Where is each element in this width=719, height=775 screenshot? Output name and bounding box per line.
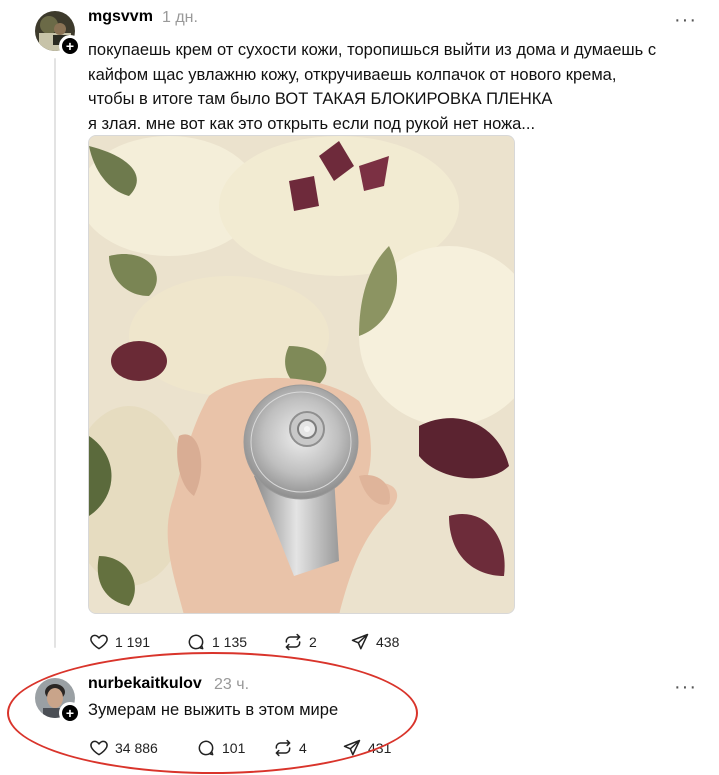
post-text-line: я злая. мне вот как это открыть если под… (88, 114, 536, 133)
send-icon (351, 633, 369, 650)
post-username[interactable]: mgsvvm (88, 8, 153, 26)
post-text-line: кайфом щас увлажню кожу, откручиваешь ко… (88, 65, 617, 84)
reply-username[interactable]: nurbekaitkulov (88, 675, 202, 693)
reply-more-options-icon[interactable]: ··· (674, 677, 697, 697)
post-text-line: покупаешь крем от сухости кожи, торопишь… (88, 41, 657, 59)
repost-icon (285, 633, 301, 651)
photo-cream-tube-on-floral-blanket (89, 136, 514, 613)
repost-count: 2 (309, 634, 317, 650)
repost-button[interactable]: 4 (273, 738, 342, 758)
share-count: 431 (368, 740, 392, 756)
thread-connector-line (54, 58, 56, 648)
like-count: 34 886 (115, 740, 158, 756)
comment-button[interactable]: 1 135 (186, 632, 283, 652)
comment-button[interactable]: 101 (196, 738, 273, 758)
share-button[interactable]: 438 (350, 632, 399, 652)
post-photo[interactable] (88, 135, 515, 614)
post-text: покупаешь крем от сухости кожи, торопишь… (88, 38, 708, 136)
post-actions-bar: 1 191 1 135 2 438 (89, 632, 399, 652)
heart-icon (90, 740, 108, 756)
like-button[interactable]: 34 886 (89, 738, 196, 758)
comment-bubble-icon (188, 634, 204, 650)
like-button[interactable]: 1 191 (89, 632, 186, 652)
follow-plus-icon[interactable]: + (59, 35, 81, 57)
post-timestamp: 1 дн. (162, 9, 198, 26)
post-avatar[interactable]: + (35, 11, 81, 57)
reply-timestamp: 23 ч. (214, 676, 250, 693)
repost-button[interactable]: 2 (283, 632, 350, 652)
post-more-options-icon[interactable]: ··· (674, 10, 697, 30)
heart-icon (90, 634, 108, 650)
share-count: 438 (376, 634, 400, 650)
repost-icon (275, 739, 291, 757)
repost-count: 4 (299, 740, 307, 756)
send-icon (343, 739, 361, 756)
reply-text: Зумерам не выжить в этом мире (88, 701, 339, 719)
comment-bubble-icon (198, 740, 214, 756)
comment-count: 101 (222, 740, 246, 756)
like-count: 1 191 (115, 634, 151, 650)
comment-count: 1 135 (212, 634, 248, 650)
follow-plus-icon[interactable]: + (59, 702, 81, 724)
reply-actions-bar: 34 886 101 4 431 (89, 738, 391, 758)
reply-avatar[interactable]: + (35, 678, 81, 724)
share-button[interactable]: 431 (342, 738, 391, 758)
post-text-line: чтобы в итоге там было ВОТ ТАКАЯ БЛОКИРО… (88, 90, 553, 108)
